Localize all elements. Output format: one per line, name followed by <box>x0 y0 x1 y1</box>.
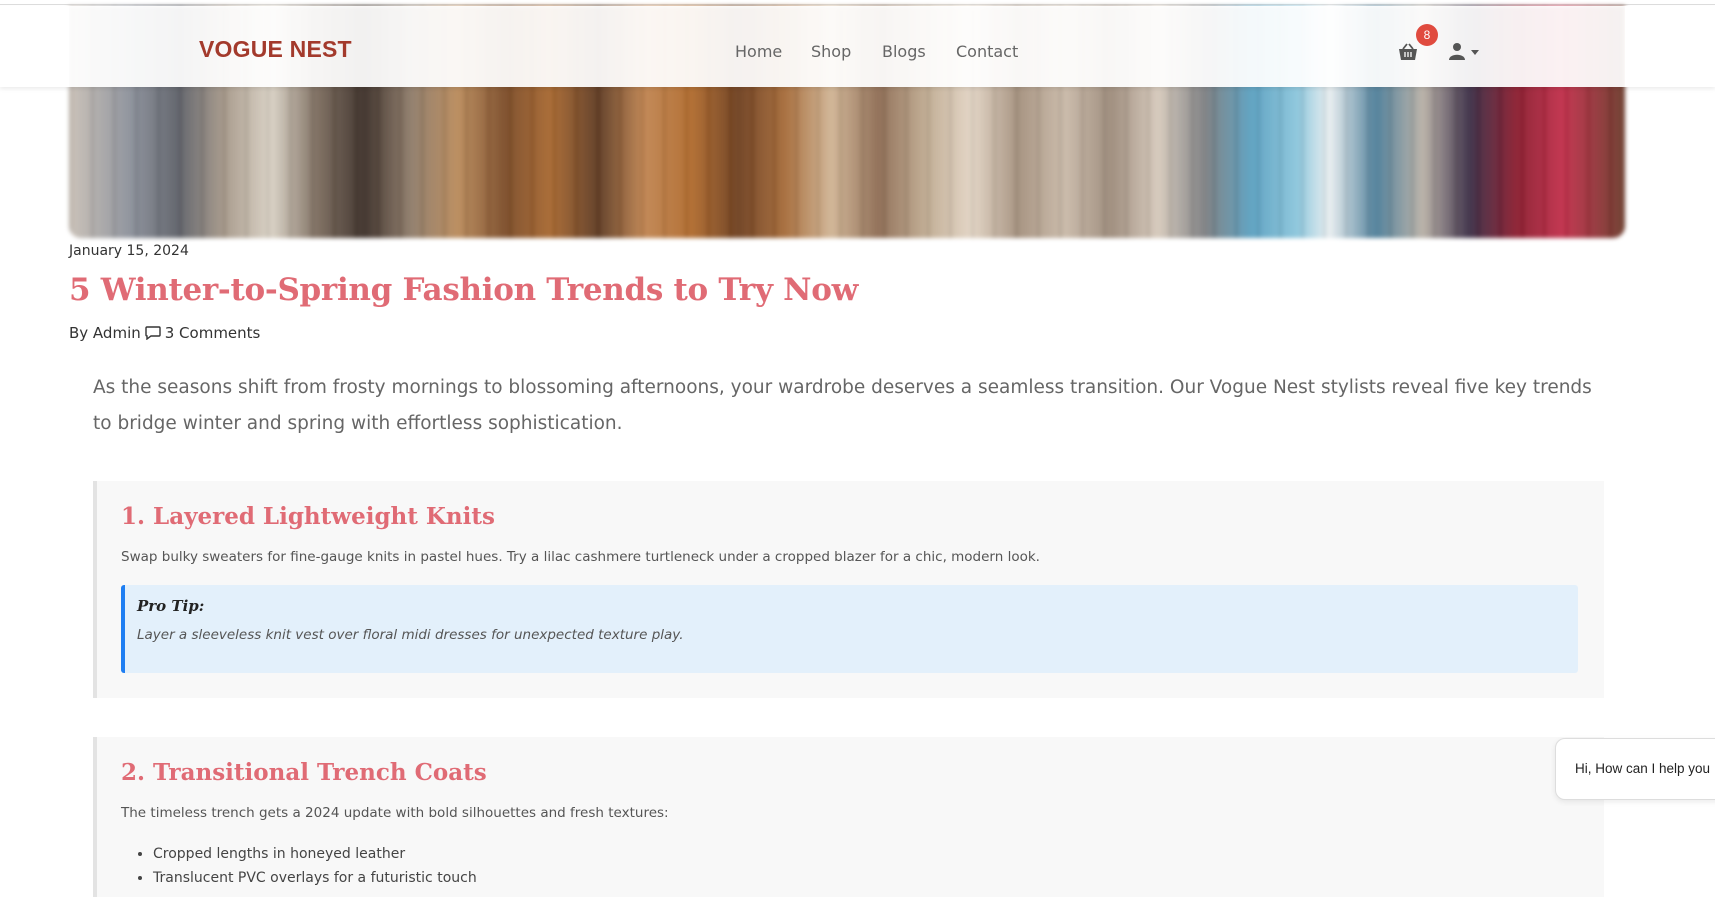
trend-section-1: 1. Layered Lightweight Knits Swap bulky … <box>93 481 1604 698</box>
post-meta: By Admin 3 Comments <box>69 324 260 342</box>
top-divider <box>0 4 1715 5</box>
brand-logo[interactable]: VOGUE NEST <box>199 36 352 63</box>
nav-link-shop[interactable]: Shop <box>811 42 851 61</box>
basket-icon[interactable] <box>1398 43 1418 61</box>
list-item: Cropped lengths in honeyed leather <box>153 842 477 866</box>
post-author: By Admin <box>69 324 141 342</box>
navbar: VOGUE NEST Home Shop Blogs Contact 8 <box>0 6 1715 87</box>
trend-section-2: 2. Transitional Trench Coats The timeles… <box>93 737 1604 897</box>
user-icon[interactable] <box>1449 42 1465 60</box>
post-comments-link[interactable]: 3 Comments <box>165 324 261 342</box>
comment-icon <box>145 326 161 340</box>
section-title: 2. Transitional Trench Coats <box>121 759 487 786</box>
list-item: Translucent PVC overlays for a futuristi… <box>153 866 477 890</box>
pro-tip-title: Pro Tip: <box>137 597 205 615</box>
chat-greeting: Hi, How can I help you <box>1575 761 1711 776</box>
post-date: January 15, 2024 <box>69 243 189 259</box>
post-intro: As the seasons shift from frosty morning… <box>93 377 1592 434</box>
pro-tip-box: Pro Tip: Layer a sleeveless knit vest ov… <box>121 585 1578 673</box>
section-title: 1. Layered Lightweight Knits <box>121 503 495 530</box>
post-title: 5 Winter-to-Spring Fashion Trends to Try… <box>69 272 858 308</box>
chat-widget-bubble[interactable]: Hi, How can I help you <box>1555 738 1715 800</box>
cart-count-badge: 8 <box>1416 24 1438 46</box>
navbar-right-edge <box>1625 6 1715 87</box>
navbar-left-edge <box>0 6 69 87</box>
section-text: Swap bulky sweaters for fine-gauge knits… <box>121 549 1040 565</box>
caret-down-icon[interactable] <box>1471 50 1479 55</box>
pro-tip-text: Layer a sleeveless knit vest over floral… <box>137 627 684 643</box>
nav-link-contact[interactable]: Contact <box>956 42 1018 61</box>
section-text: The timeless trench gets a 2024 update w… <box>121 805 669 821</box>
nav-link-home[interactable]: Home <box>735 42 782 61</box>
nav-link-blogs[interactable]: Blogs <box>882 42 926 61</box>
section-list: Cropped lengths in honeyed leather Trans… <box>121 842 477 890</box>
